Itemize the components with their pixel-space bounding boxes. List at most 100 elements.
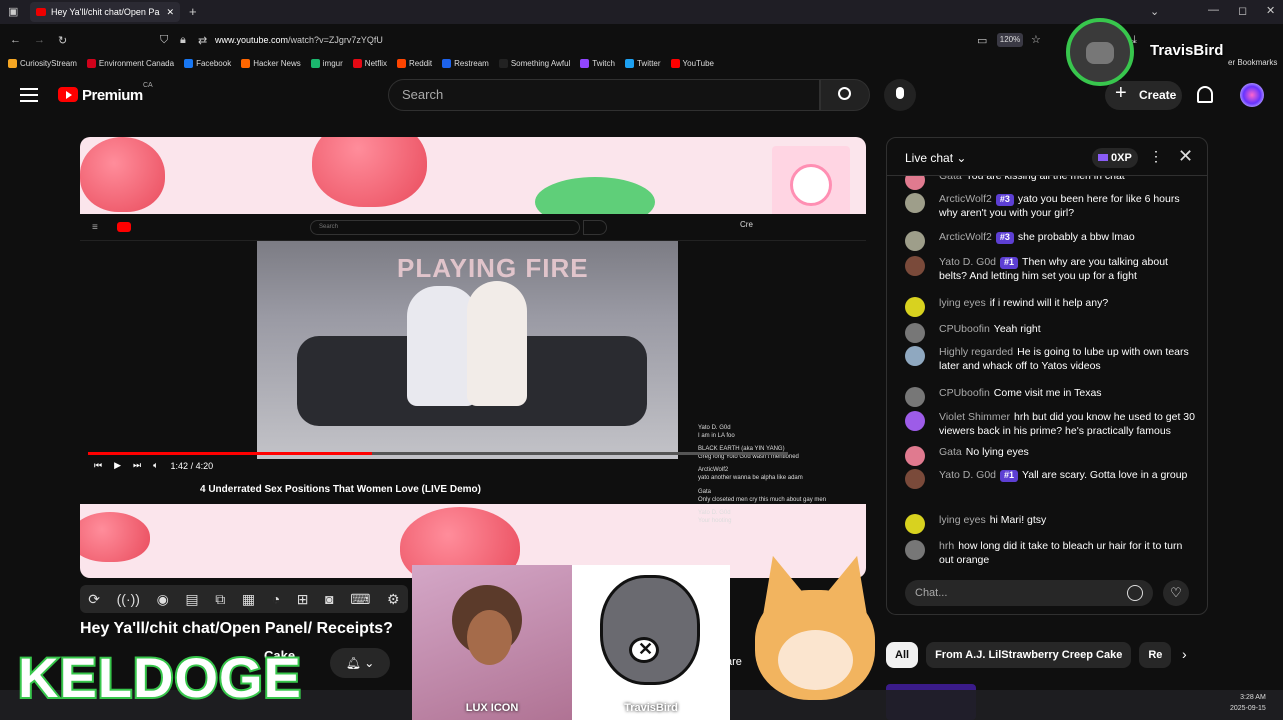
filter-chip[interactable]: From A.J. LilStrawberry Creep Cake xyxy=(926,642,1132,668)
address-field[interactable]: www.youtube.com/watch?v=ZJgrv7zYQfU xyxy=(215,35,383,45)
bookmark-item[interactable]: YouTube xyxy=(670,58,714,68)
chat-avatar[interactable] xyxy=(905,514,925,534)
chat-avatar[interactable] xyxy=(905,323,925,343)
voice-search-button[interactable] xyxy=(884,79,916,111)
menu-icon[interactable] xyxy=(20,88,38,102)
bookmark-item[interactable]: imgur xyxy=(310,58,343,68)
forward-icon[interactable]: → xyxy=(34,34,45,46)
bookmark-item[interactable]: Twitter xyxy=(624,58,661,68)
new-tab-icon[interactable]: + xyxy=(189,4,197,19)
aspect-icon[interactable]: ⧉ xyxy=(215,591,225,608)
bookmark-item[interactable]: Facebook xyxy=(184,58,231,68)
bookmark-item[interactable]: Hacker News xyxy=(241,58,301,68)
volume-icon[interactable]: 🔈︎ xyxy=(153,460,158,471)
filter-chip[interactable]: All xyxy=(886,642,919,668)
bookmark-item[interactable]: Twitch xyxy=(580,58,615,68)
tab-list-chevron-icon[interactable]: ⌄ xyxy=(1150,5,1159,18)
chat-avatar[interactable] xyxy=(905,346,925,366)
chat-text: Yall are scary. Gotta love in a group xyxy=(1022,469,1188,481)
close-chat-icon[interactable]: ✕ xyxy=(1178,146,1193,167)
other-bookmarks[interactable]: er Bookmarks xyxy=(1228,58,1277,67)
bookmark-item[interactable]: Netflix xyxy=(352,58,387,68)
more-options-icon[interactable]: ⋮ xyxy=(1149,148,1163,165)
bookmark-item[interactable]: Environment Canada xyxy=(86,58,174,68)
chat-text: if i rewind will it help any? xyxy=(989,297,1109,309)
minimize-icon[interactable]: — xyxy=(1208,4,1219,16)
progress-bar[interactable] xyxy=(88,452,788,455)
chat-avatar[interactable] xyxy=(905,297,925,317)
speed-icon[interactable]: ◔ xyxy=(272,591,280,607)
picture-in-picture-icon[interactable]: ▭ xyxy=(977,34,987,47)
bookmark-item[interactable]: CuriosityStream xyxy=(8,58,77,68)
watch-icon[interactable]: ◉ xyxy=(157,591,169,608)
chat-author[interactable]: lying eyes xyxy=(939,514,986,526)
lock-icon[interactable]: 🔒︎ xyxy=(180,34,186,47)
permissions-icon[interactable]: ⇄ xyxy=(198,34,207,47)
keyboard-icon[interactable]: ⌨ xyxy=(350,591,370,608)
tab-overview-icon[interactable]: ▣ xyxy=(8,5,18,18)
chat-author[interactable]: Gata xyxy=(939,176,962,182)
chat-author[interactable]: lying eyes xyxy=(939,297,986,309)
logo-text[interactable]: Premium xyxy=(82,87,143,104)
add-icon[interactable]: ⊞ xyxy=(297,591,309,608)
bookmark-item[interactable]: Restream xyxy=(442,58,489,68)
search-button[interactable] xyxy=(820,79,870,111)
next-icon[interactable]: ⏭ xyxy=(133,460,141,471)
chat-author[interactable]: ArcticWolf2 xyxy=(939,193,992,205)
search-input[interactable]: Search xyxy=(388,79,820,111)
chat-avatar[interactable] xyxy=(905,176,925,190)
chat-avatar[interactable] xyxy=(905,193,925,213)
chat-author[interactable]: hrh xyxy=(939,540,954,552)
chat-author[interactable]: ArcticWolf2 xyxy=(939,231,992,243)
maximize-icon[interactable]: ◻ xyxy=(1238,4,1247,17)
chat-avatar[interactable] xyxy=(905,446,925,466)
previous-icon[interactable]: ⏮ xyxy=(94,460,102,471)
broadcast-icon[interactable]: ((·)) xyxy=(117,591,140,607)
cam-label: LUX ICON xyxy=(465,702,519,714)
chat-avatar[interactable] xyxy=(905,540,925,560)
create-button[interactable]: Create xyxy=(1105,79,1182,110)
zoom-level[interactable]: 120% xyxy=(997,33,1023,47)
window-close-icon[interactable]: ✕ xyxy=(1266,4,1275,17)
video-player[interactable]: ≡ Search Cre PLAYING FIRE Yato D. G0d I a… xyxy=(80,137,866,578)
chat-avatar[interactable] xyxy=(905,411,925,431)
youtube-logo-icon[interactable] xyxy=(58,87,78,102)
chat-input[interactable]: Chat... xyxy=(905,580,1153,606)
heart-icon[interactable]: ♡ xyxy=(1163,580,1189,606)
chat-author[interactable]: Highly regarded xyxy=(939,346,1013,358)
bookmark-item[interactable]: Something Awful xyxy=(498,58,570,68)
chat-author[interactable]: Gata xyxy=(939,446,962,458)
chat-avatar[interactable] xyxy=(905,469,925,489)
loop-icon[interactable]: ⟳ xyxy=(88,591,100,608)
chat-avatar[interactable] xyxy=(905,231,925,251)
close-tab-icon[interactable]: ✕ xyxy=(166,7,174,18)
chat-author[interactable]: CPUboofin xyxy=(939,387,990,399)
emoji-icon[interactable] xyxy=(1127,585,1143,601)
notifications-bell-icon[interactable] xyxy=(1197,86,1213,103)
chat-author[interactable]: Violet Shimmer xyxy=(939,411,1010,423)
bookmark-star-icon[interactable]: ☆ xyxy=(1031,33,1041,46)
reload-icon[interactable]: ↻ xyxy=(58,34,67,47)
chat-title[interactable]: Live chat ⌄ xyxy=(905,151,966,165)
clapper-icon[interactable]: ▤ xyxy=(185,591,198,608)
chat-author[interactable]: Yato D. G0d xyxy=(939,256,996,268)
subtitles-icon[interactable]: ▦ xyxy=(242,591,255,608)
chat-author[interactable]: Yato D. G0d xyxy=(939,469,996,481)
streamer-logo-avatar xyxy=(1066,18,1134,86)
shield-icon[interactable]: ⛉ xyxy=(160,34,168,47)
chat-text: hi Mari! gtsy xyxy=(989,514,1047,526)
chat-author[interactable]: CPUboofin xyxy=(939,323,990,335)
chevron-right-icon[interactable]: › xyxy=(1182,646,1187,662)
account-avatar[interactable] xyxy=(1240,83,1264,107)
xp-badge[interactable]: 0XP xyxy=(1092,148,1138,168)
subscribe-bell-button[interactable]: 🔔︎ ⌄ xyxy=(330,648,390,678)
chat-avatar[interactable] xyxy=(905,387,925,407)
camera-icon[interactable]: ◙ xyxy=(325,591,333,607)
chat-avatar[interactable] xyxy=(905,256,925,276)
bookmark-item[interactable]: Reddit xyxy=(397,58,432,68)
filter-chip[interactable]: Re xyxy=(1139,642,1172,668)
play-icon[interactable]: ▶ xyxy=(114,460,121,471)
back-icon[interactable]: ← xyxy=(10,34,21,46)
gear-icon[interactable]: ⚙ xyxy=(387,591,400,608)
browser-tab-active[interactable]: Hey Ya'll/chit chat/Open Pa ✕ xyxy=(30,2,180,22)
